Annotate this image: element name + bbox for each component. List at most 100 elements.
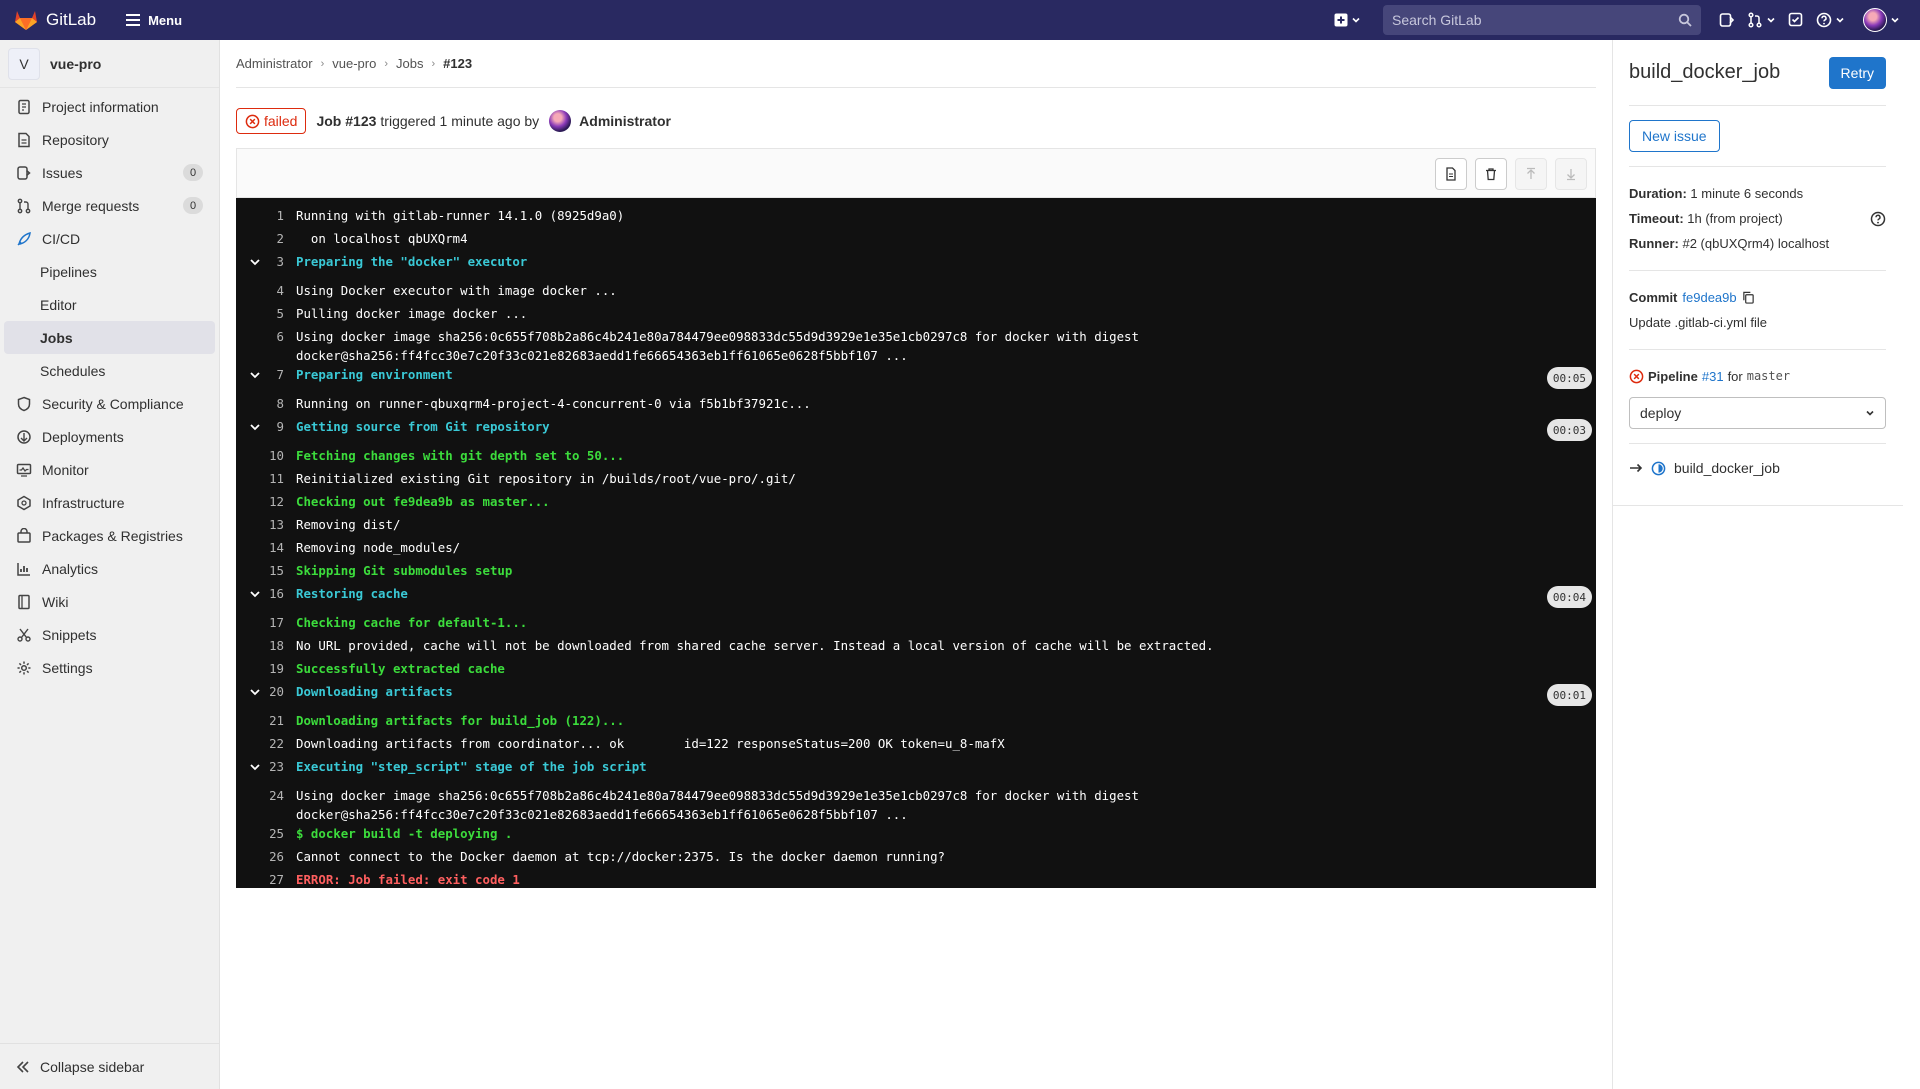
chevron-down-icon[interactable]	[249, 586, 261, 605]
doc-text-icon	[1446, 167, 1456, 181]
log-line: 27 ERROR: Job failed: exit code 1	[236, 870, 1596, 893]
user-avatar[interactable]	[549, 110, 572, 132]
sidebar-item-label: Editor	[40, 296, 77, 313]
log-section-header[interactable]: 9 Getting source from Git repository 00:03	[236, 417, 1596, 446]
sidebar-item-merge-requests[interactable]: Merge requests 0	[0, 189, 219, 222]
chevron-down-icon[interactable]	[249, 254, 261, 273]
log-line-number[interactable]: 16	[236, 584, 296, 613]
log-line-number[interactable]: 27	[236, 870, 296, 893]
log-line-number[interactable]: 24	[236, 786, 296, 824]
pipeline-id-link[interactable]: #31	[1702, 364, 1724, 389]
log-line-number[interactable]: 15	[236, 561, 296, 584]
user-menu[interactable]	[1857, 6, 1906, 34]
copy-icon[interactable]	[1742, 291, 1755, 304]
deploy-icon	[17, 429, 31, 444]
sidebar-item-label: Monitor	[42, 461, 89, 478]
log-section-header[interactable]: 23 Executing "step_script" stage of the j…	[236, 757, 1596, 786]
log-line-number[interactable]: 13	[236, 515, 296, 538]
chevron-down-icon[interactable]	[249, 367, 261, 386]
sidebar-item-label: Packages & Registries	[42, 527, 183, 544]
merge-requests-nav-button[interactable]	[1741, 6, 1782, 34]
chevron-down-icon[interactable]	[249, 759, 261, 778]
sidebar-item-security-compliance[interactable]: Security & Compliance	[0, 387, 219, 420]
sidebar-item-label: Merge requests	[42, 197, 140, 214]
chevron-down-icon[interactable]	[249, 684, 261, 703]
help-dropdown[interactable]	[1810, 6, 1851, 34]
sidebar-item-packages-registries[interactable]: Packages & Registries	[0, 519, 219, 552]
log-line-number[interactable]: 19	[236, 659, 296, 682]
sidebar-item-project-information[interactable]: Project information	[0, 90, 219, 123]
sidebar-project[interactable]: V vue-pro	[0, 40, 219, 88]
log-section-header[interactable]: 20 Downloading artifacts 00:01	[236, 682, 1596, 711]
sidebar-item-editor[interactable]: Editor	[0, 288, 219, 321]
scroll-bottom-button[interactable]	[1555, 158, 1587, 190]
chevron-right-icon: ›	[384, 57, 388, 70]
sidebar-item-issues[interactable]: Issues 0	[0, 156, 219, 189]
panel-divider	[1613, 505, 1903, 506]
log-line-number[interactable]: 17	[236, 613, 296, 636]
log-line-number[interactable]: 5	[236, 304, 296, 327]
sidebar-item-repository[interactable]: Repository	[0, 123, 219, 156]
log-line-text: Downloading artifacts for build_job (122…	[296, 713, 625, 728]
log-section-header[interactable]: 3 Preparing the "docker" executor	[236, 252, 1596, 281]
log-line-number[interactable]: 7	[236, 365, 296, 394]
log-line-number[interactable]: 1	[236, 206, 296, 229]
question-icon[interactable]	[1870, 211, 1886, 227]
breadcrumb-item[interactable]: Jobs	[396, 56, 423, 71]
sidebar-item-monitor[interactable]: Monitor	[0, 453, 219, 486]
todos-nav-button[interactable]	[1782, 6, 1810, 34]
chevron-down-icon[interactable]	[249, 419, 261, 438]
sidebar-item-infrastructure[interactable]: Infrastructure	[0, 486, 219, 519]
search-input[interactable]: Search GitLab	[1383, 5, 1701, 35]
log-line-number[interactable]: 4	[236, 281, 296, 304]
log-line-number[interactable]: 9	[236, 417, 296, 446]
sidebar-item-pipelines[interactable]: Pipelines	[0, 255, 219, 288]
gitlab-logo[interactable]: GitLab	[14, 9, 96, 31]
new-dropdown[interactable]	[1328, 6, 1367, 34]
stage-dropdown[interactable]: deploy	[1629, 397, 1886, 429]
sidebar-item-cicd[interactable]: CI/CD	[0, 222, 219, 255]
sidebar-item-wiki[interactable]: Wiki	[0, 585, 219, 618]
collapse-sidebar-button[interactable]: Collapse sidebar	[0, 1043, 219, 1089]
log-line-number[interactable]: 8	[236, 394, 296, 417]
log-line-number[interactable]: 6	[236, 327, 296, 365]
breadcrumb-current[interactable]: #123	[443, 56, 472, 71]
sidebar-item-snippets[interactable]: Snippets	[0, 618, 219, 651]
collapse-sidebar-label: Collapse sidebar	[40, 1058, 145, 1075]
log-line: 1 Running with gitlab-runner 14.1.0 (8925…	[236, 206, 1596, 229]
show-raw-button[interactable]	[1435, 158, 1467, 190]
erase-log-button[interactable]	[1475, 158, 1507, 190]
sidebar-item-schedules[interactable]: Schedules	[0, 354, 219, 387]
issues-nav-button[interactable]	[1713, 6, 1741, 34]
pipeline-ref-link[interactable]: master	[1747, 364, 1790, 389]
job-list-item[interactable]: build_docker_job	[1629, 444, 1886, 492]
log-line-number[interactable]: 22	[236, 734, 296, 757]
retry-button[interactable]: Retry	[1828, 56, 1886, 89]
log-line-number[interactable]: 14	[236, 538, 296, 561]
log-line-number[interactable]: 21	[236, 711, 296, 734]
commit-sha-link[interactable]: fe9dea9b	[1682, 285, 1736, 310]
breadcrumb-item[interactable]: Administrator	[236, 56, 313, 71]
log-section-header[interactable]: 7 Preparing environment 00:05	[236, 365, 1596, 394]
log-line-number[interactable]: 3	[236, 252, 296, 281]
log-line-number[interactable]: 12	[236, 492, 296, 515]
log-line-number[interactable]: 25	[236, 824, 296, 847]
log-line-number[interactable]: 26	[236, 847, 296, 870]
sidebar-item-deployments[interactable]: Deployments	[0, 420, 219, 453]
new-issue-button[interactable]: New issue	[1629, 120, 1720, 152]
status-badge[interactable]: failed	[236, 108, 307, 134]
log-line-number[interactable]: 20	[236, 682, 296, 711]
scroll-top-button[interactable]	[1515, 158, 1547, 190]
log-line-number[interactable]: 18	[236, 636, 296, 659]
sidebar-item-settings[interactable]: Settings	[0, 651, 219, 684]
job-user[interactable]: Administrator	[579, 113, 671, 129]
log-line-number[interactable]: 10	[236, 446, 296, 469]
sidebar-item-jobs[interactable]: Jobs	[4, 321, 215, 354]
sidebar-item-analytics[interactable]: Analytics	[0, 552, 219, 585]
log-line-number[interactable]: 11	[236, 469, 296, 492]
breadcrumb-item[interactable]: vue-pro	[332, 56, 376, 71]
log-line-number[interactable]: 2	[236, 229, 296, 252]
menu-button[interactable]: Menu	[118, 7, 190, 34]
log-section-header[interactable]: 16 Restoring cache 00:04	[236, 584, 1596, 613]
log-line-number[interactable]: 23	[236, 757, 296, 786]
